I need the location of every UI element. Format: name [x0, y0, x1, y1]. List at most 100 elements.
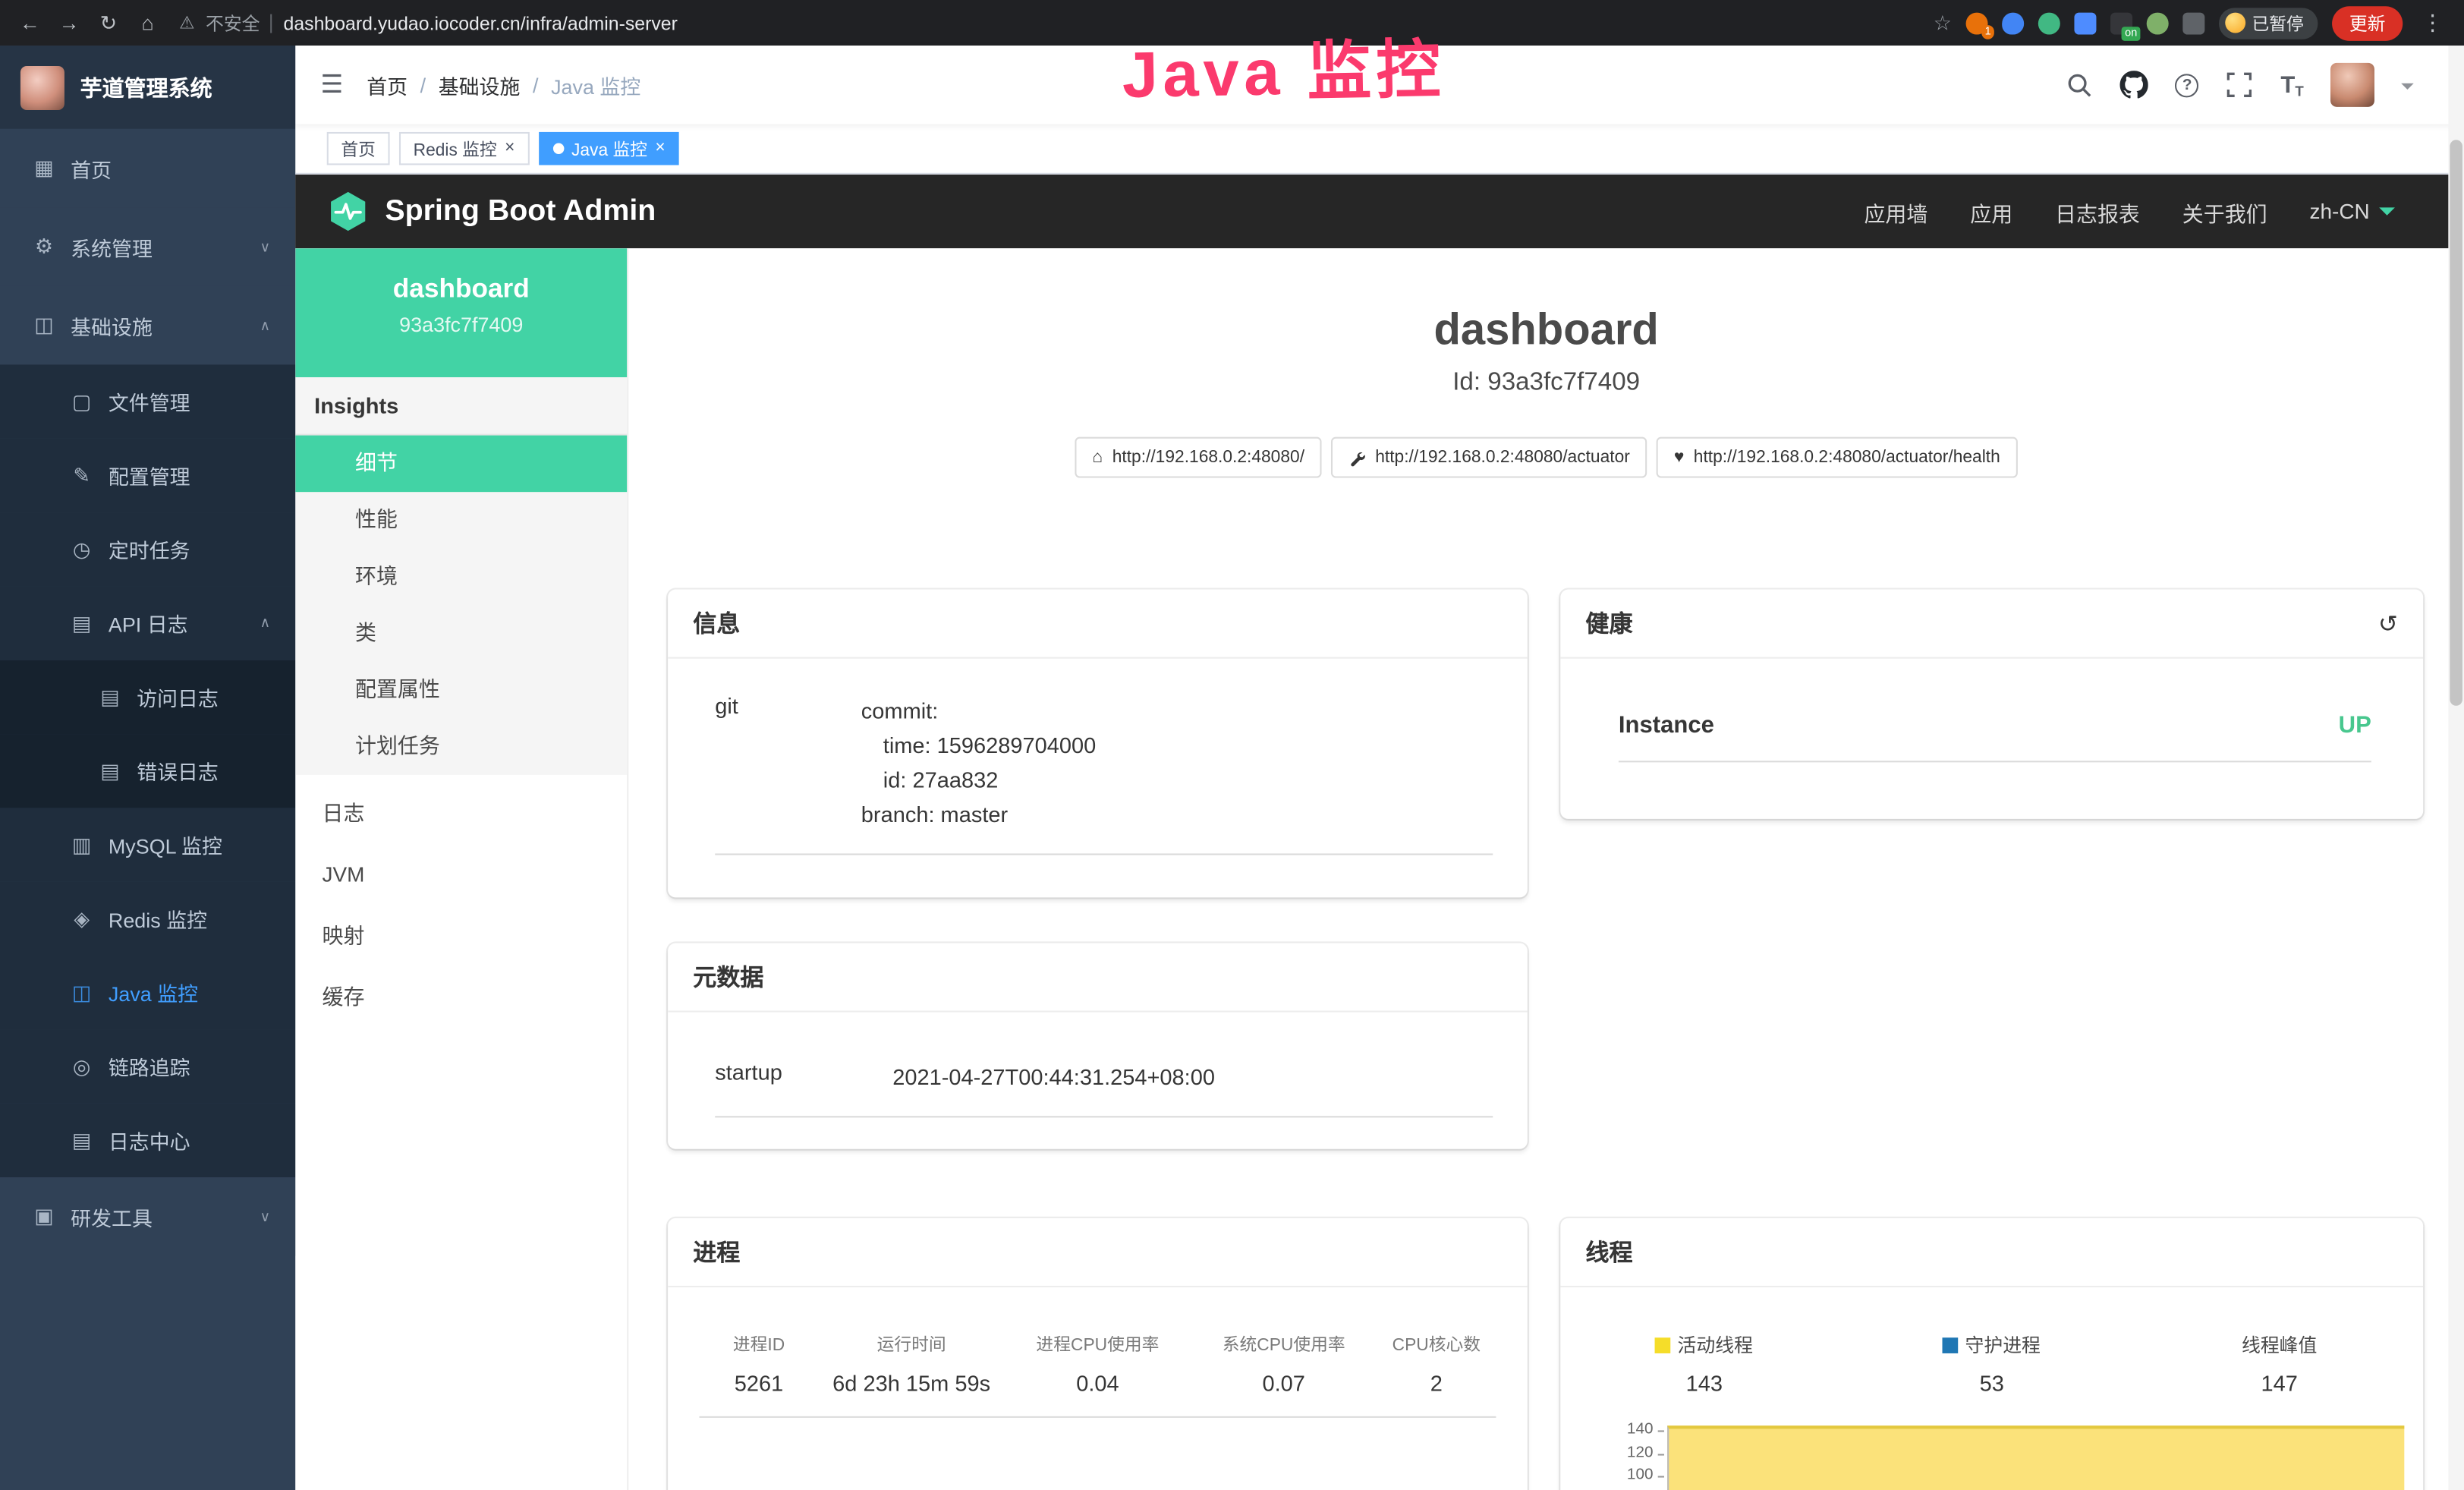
sba-item-classes[interactable]: 类 [295, 605, 627, 662]
process-header-row: 进程ID 运行时间 进程CPU使用率 系统CPU使用率 CPU核心数 [700, 1331, 1496, 1356]
sba-nav-applications[interactable]: 应用 [1970, 196, 2012, 227]
forward-icon[interactable]: → [55, 11, 83, 34]
process-column-header: 进程ID [700, 1331, 819, 1356]
legend-value: 143 [1560, 1371, 1848, 1396]
extension-grid-icon[interactable] [2074, 12, 2096, 34]
sba-item-logfile[interactable]: 日志 [295, 783, 627, 844]
sidebar-item-error-logs[interactable]: ▤ 错误日志 [0, 734, 295, 808]
info-line: branch: master [861, 797, 1096, 832]
sidebar-item-config-management[interactable]: ✎ 配置管理 [0, 439, 295, 512]
github-icon[interactable] [2120, 71, 2148, 99]
page-scrollbar[interactable] [2448, 46, 2464, 1490]
service-url-button[interactable]: ⌂ http://192.168.0.2:48080/ [1075, 437, 1322, 478]
process-row-divider [700, 1416, 1496, 1418]
sba-item-jvm[interactable]: JVM [295, 844, 627, 906]
monitor-icon: ◫ [31, 313, 56, 338]
sidebar-item-java-monitor[interactable]: ◫ Java 监控 [0, 956, 295, 1029]
extensions-puzzle-icon[interactable] [2182, 12, 2204, 34]
sba-instance-header[interactable]: dashboard 93a3fc7f7409 [295, 248, 627, 377]
extension-leaf-icon[interactable] [2147, 12, 2169, 34]
extension-switch-icon[interactable]: on [2110, 12, 2132, 34]
process-cpu-usage: 0.04 [1005, 1371, 1191, 1396]
vue-devtools-icon[interactable] [2038, 12, 2060, 34]
chrome-update-button[interactable]: 更新 [2332, 5, 2403, 40]
url-text[interactable]: dashboard.yudao.iocoder.cn/infra/admin-s… [284, 12, 678, 34]
breadcrumb-infrastructure[interactable]: 基础设施 [439, 70, 521, 99]
breadcrumb-current: Java 监控 [551, 70, 640, 99]
sidebar-item-system[interactable]: ⚙ 系统管理 ∨ [0, 207, 295, 286]
actuator-url-button[interactable]: http://192.168.0.2:48080/actuator [1331, 437, 1647, 478]
sidebar-item-redis-monitor[interactable]: ◈ Redis 监控 [0, 882, 295, 956]
sidebar-item-tracing[interactable]: ◎ 链路追踪 [0, 1029, 295, 1103]
sidebar-item-scheduled-jobs[interactable]: ◷ 定时任务 [0, 512, 295, 586]
scrollbar-thumb[interactable] [2450, 140, 2462, 705]
hamburger-icon[interactable]: ☰ [320, 69, 343, 100]
close-icon[interactable]: × [505, 140, 515, 157]
sba-language-selector[interactable]: zh-CN [2310, 200, 2395, 223]
avatar-caret-icon[interactable] [2401, 83, 2414, 96]
sidebar-item-label: 配置管理 [109, 461, 190, 490]
chevron-up-icon: ∧ [260, 615, 271, 632]
sba-item-config-props[interactable]: 配置属性 [295, 662, 627, 719]
sidebar-item-dev-tools[interactable]: ▣ 研发工具 ∨ [0, 1177, 295, 1256]
paused-badge[interactable]: 已暂停 [2219, 7, 2318, 38]
sidebar-item-label: 研发工具 [71, 1202, 153, 1231]
log-icon: ▤ [97, 758, 122, 783]
sidebar-logo[interactable]: 芋道管理系统 [0, 46, 295, 129]
chevron-down-icon [2379, 207, 2395, 223]
tab-home[interactable]: 首页 [327, 132, 390, 165]
sidebar-item-access-logs[interactable]: ▤ 访问日志 [0, 660, 295, 734]
instance-id: 93a3fc7f7409 [295, 313, 627, 336]
sba-item-metrics[interactable]: 性能 [295, 492, 627, 549]
breadcrumb-home[interactable]: 首页 [367, 70, 408, 99]
sba-nav-about[interactable]: 关于我们 [2182, 196, 2267, 227]
search-icon[interactable] [2066, 71, 2094, 99]
sidebar-item-label: API 日志 [109, 608, 188, 638]
info-card: 信息 git commit: time: 1596289704000 id: 2… [668, 590, 1528, 898]
sba-item-caches[interactable]: 缓存 [295, 967, 627, 1029]
reload-icon[interactable]: ↻ [94, 10, 122, 35]
bookmark-star-icon[interactable]: ☆ [1934, 10, 1952, 35]
health-url-button[interactable]: ♥ http://192.168.0.2:48080/actuator/heal… [1657, 437, 2018, 478]
home-icon[interactable]: ⌂ [134, 11, 162, 34]
font-size-icon[interactable]: TT [2280, 71, 2303, 98]
address-bar[interactable]: ⚠ 不安全 dashboard.yudao.iocoder.cn/infra/a… [179, 10, 1922, 35]
legend-swatch-yellow [1656, 1337, 1672, 1353]
tab-label: 首页 [341, 136, 376, 161]
process-pid: 5261 [700, 1371, 819, 1396]
tab-redis-monitor[interactable]: Redis 监控 × [399, 132, 529, 165]
sba-insights-group: Insights 细节 性能 环境 类 配置属性 计划任务 [295, 377, 627, 775]
legend-daemon-threads: 守护进程 53 [1848, 1331, 2135, 1396]
sba-nav-journal[interactable]: 日志报表 [2055, 196, 2140, 227]
back-icon[interactable]: ← [16, 11, 44, 34]
sidebar-item-home[interactable]: ▦ 首页 [0, 129, 295, 208]
address-separator [271, 14, 272, 33]
sba-item-mappings[interactable]: 映射 [295, 906, 627, 967]
security-label[interactable]: 不安全 [206, 10, 260, 35]
app-title: 芋道管理系统 [80, 71, 212, 102]
help-icon[interactable]: ? [2176, 73, 2199, 96]
sidebar-item-label: Redis 监控 [109, 904, 207, 934]
history-icon[interactable]: ↺ [2378, 609, 2398, 637]
tab-java-monitor[interactable]: Java 监控 × [539, 132, 680, 165]
sba-item-details[interactable]: 细节 [295, 436, 627, 493]
sidebar-item-api-logs[interactable]: ▤ API 日志 ∧ [0, 586, 295, 660]
sba-brand-title[interactable]: Spring Boot Admin [385, 194, 656, 229]
sba-item-scheduled-tasks[interactable]: 计划任务 [295, 718, 627, 775]
sidebar-item-file-management[interactable]: ▢ 文件管理 [0, 364, 295, 438]
legend-peak-threads: 线程峰值 147 [2135, 1331, 2423, 1396]
sidebar-item-infrastructure[interactable]: ◫ 基础设施 ∧ [0, 286, 295, 365]
close-icon[interactable]: × [655, 140, 665, 157]
user-avatar[interactable] [2330, 63, 2374, 107]
sba-nav-wallboard[interactable]: 应用墙 [1864, 196, 1927, 227]
fullscreen-icon[interactable] [2226, 71, 2254, 99]
info-line: commit: [861, 693, 1096, 728]
extension-fox-icon[interactable]: 1 [1966, 12, 1988, 34]
extension-drop-icon[interactable] [2002, 12, 2024, 34]
trace-icon: ◎ [69, 1054, 94, 1079]
sidebar-item-mysql-monitor[interactable]: ▥ MySQL 监控 [0, 808, 295, 881]
sidebar-item-log-center[interactable]: ▤ 日志中心 [0, 1104, 295, 1177]
sba-item-environment[interactable]: 环境 [295, 549, 627, 606]
process-uptime: 6d 23h 15m 59s [818, 1371, 1004, 1396]
browser-menu-icon[interactable]: ⋮ [2417, 9, 2448, 36]
